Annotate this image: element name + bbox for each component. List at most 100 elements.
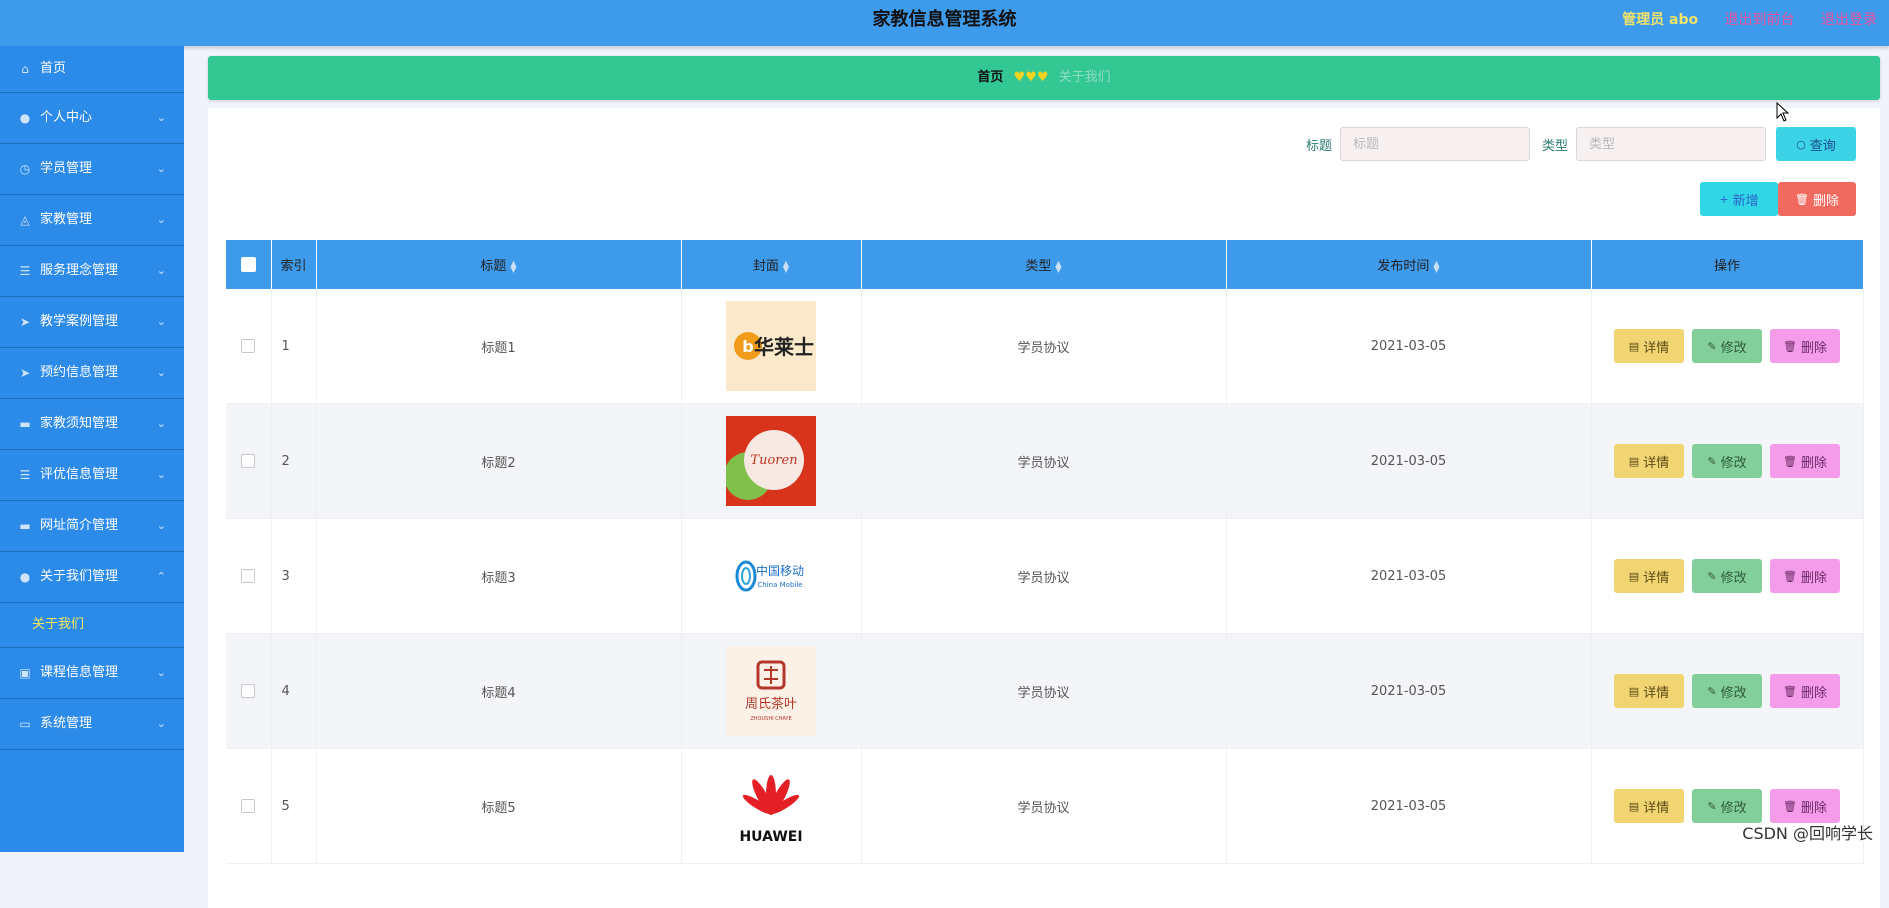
edit-button[interactable]: ✎ 修改 [1692,444,1762,478]
sort-icon[interactable]: ▲ ▼ [1055,259,1061,273]
document-icon: ▤ [1628,569,1640,583]
row-index: 5 [271,748,317,864]
column-header-title[interactable]: 标题 ▲ ▼ [316,240,682,289]
query-button[interactable]: ○ 查询 [1776,127,1856,161]
detail-button[interactable]: ▤ 详情 [1614,789,1684,823]
column-header-date[interactable]: 发布时间 ▲ ▼ [1226,240,1592,289]
sidebar-item-service-philosophy[interactable]: ☰ 服务理念管理 ⌄ [0,246,184,297]
header-user-area: 管理员 abo 退出到前台 退出登录 [1600,0,1877,40]
sidebar-item-tutor-notices[interactable]: ▬ 家教须知管理 ⌄ [0,399,184,450]
document-icon: ▤ [1628,454,1640,468]
breadcrumb-current: 关于我们 [1058,70,1111,85]
sort-icon[interactable]: ▲ ▼ [783,259,789,273]
table-header-row: 索引 标题 ▲ ▼ 封面 ▲ ▼ 类型 ▲ ▼ 发布时间 ▲ ▼ 操作 [226,240,1864,289]
data-table: 索引 标题 ▲ ▼ 封面 ▲ ▼ 类型 ▲ ▼ 发布时间 ▲ ▼ 操作 1 标题1 [226,240,1864,864]
title-label: 标题 [1305,138,1332,154]
batch-delete-button[interactable]: 🗑 删除 [1778,182,1856,216]
cover-text: Tuoren [750,453,797,468]
document-icon: ▤ [1628,684,1640,698]
cover-image-huawei: HUAWEI [726,761,816,851]
trash-icon: 🗑 [1783,339,1797,353]
search-bar: 标题 类型 ○ 查询 [1294,126,1856,162]
detail-button[interactable]: ▤ 详情 [1614,329,1684,363]
svg-text:China Mobile: China Mobile [757,581,802,589]
heart-separator-icon: ♥♥♥ [1013,70,1049,85]
detail-button[interactable]: ▤ 详情 [1614,674,1684,708]
sidebar-item-appointments[interactable]: ➤ 预约信息管理 ⌄ [0,348,184,399]
row-checkbox[interactable] [241,684,256,698]
sidebar-item-system[interactable]: ▭ 系统管理 ⌄ [0,699,184,750]
row-select-cell [226,748,272,864]
sidebar-item-teaching-cases[interactable]: ➤ 教学案例管理 ⌄ [0,297,184,348]
back-to-frontend-link[interactable]: 退出到前台 [1725,12,1795,28]
sidebar-item-evaluations[interactable]: ☰ 评优信息管理 ⌄ [0,450,184,501]
sidebar-item-home[interactable]: ⌂ 首页 [0,46,184,93]
chevron-up-icon: ⌃ [156,570,166,583]
sidebar-item-label: 课程信息管理 [40,665,119,680]
chevron-down-icon: ⌄ [156,519,166,532]
select-all-checkbox[interactable] [240,257,256,272]
edit-button[interactable]: ✎ 修改 [1692,789,1762,823]
edit-label: 修改 [1720,340,1747,356]
sort-icon[interactable]: ▲ ▼ [1433,259,1439,273]
row-cover: Tuoren [681,403,862,519]
detail-label: 详情 [1643,685,1670,701]
add-button[interactable]: + 新增 [1700,182,1778,216]
row-checkbox[interactable] [241,569,256,583]
edit-button[interactable]: ✎ 修改 [1692,329,1762,363]
sidebar-item-label: 教学案例管理 [40,314,119,329]
sidebar-item-site-intro[interactable]: ▬ 网址简介管理 ⌄ [0,501,184,552]
detail-button[interactable]: ▤ 详情 [1614,559,1684,593]
row-checkbox[interactable] [241,454,256,468]
edit-button[interactable]: ✎ 修改 [1692,559,1762,593]
row-cover: HUAWEI [681,748,862,864]
document-icon: ▤ [1628,339,1640,353]
row-title: 标题4 [316,633,682,749]
bell-off-icon: ◬ [20,213,30,227]
delete-button[interactable]: 🗑 删除 [1770,559,1840,593]
row-checkbox[interactable] [241,799,256,813]
delete-label: 删除 [1800,570,1827,586]
sidebar-item-courses[interactable]: ▣ 课程信息管理 ⌄ [0,648,184,699]
row-date: 2021-03-05 [1226,403,1592,519]
column-header-type[interactable]: 类型 ▲ ▼ [861,240,1227,289]
type-search-input[interactable] [1576,127,1766,161]
delete-label: 删除 [1800,800,1827,816]
breadcrumb-home[interactable]: 首页 [977,70,1003,85]
detail-button[interactable]: ▤ 详情 [1614,444,1684,478]
cover-image-zhoushi-tea: 周氏茶叶 ZHOUSHI CHAYE [726,646,816,736]
sidebar-subitem-about-us[interactable]: 关于我们 [0,603,184,648]
row-date: 2021-03-05 [1226,748,1592,864]
column-title-label: 标题 [480,259,507,274]
table-row: 2 标题2 Tuoren 学员协议 2021-03-05 ▤ 详情 ✎ 修改 🗑… [226,403,1864,519]
search-icon: ○ [1796,137,1806,151]
sidebar-item-label: 学员管理 [40,161,93,176]
row-checkbox[interactable] [241,339,256,353]
column-date-label: 发布时间 [1377,259,1430,274]
sidebar-item-label: 网址简介管理 [40,518,119,533]
sort-icon[interactable]: ▲ ▼ [510,259,516,273]
pencil-icon: ✎ [1707,569,1717,583]
logout-link[interactable]: 退出登录 [1821,12,1877,28]
sidebar-item-tutors[interactable]: ◬ 家教管理 ⌄ [0,195,184,246]
row-type: 学员协议 [861,403,1227,519]
trash-icon: 🗑 [1783,684,1797,698]
delete-button[interactable]: 🗑 删除 [1770,674,1840,708]
mouse-cursor-icon [1776,102,1790,122]
title-search-input[interactable] [1339,127,1530,161]
admin-name: 管理员 abo [1622,12,1699,28]
sidebar-item-students[interactable]: ◷ 学员管理 ⌄ [0,144,184,195]
top-header: 家教信息管理系统 管理员 abo 退出到前台 退出登录 [0,0,1889,46]
sidebar-item-about-us[interactable]: ● 关于我们管理 ⌃ [0,552,184,603]
cover-image-china-mobile: 中国移动 China Mobile [726,531,816,621]
send-icon: ➤ [19,366,31,380]
delete-button[interactable]: 🗑 删除 [1770,329,1840,363]
row-cover: 周氏茶叶 ZHOUSHI CHAYE [681,633,862,749]
edit-button[interactable]: ✎ 修改 [1692,674,1762,708]
delete-button[interactable]: 🗑 删除 [1770,789,1840,823]
column-header-cover[interactable]: 封面 ▲ ▼ [681,240,862,289]
sidebar-item-personal-center[interactable]: ● 个人中心 ⌄ [0,93,184,144]
delete-button[interactable]: 🗑 删除 [1770,444,1840,478]
monitor-icon: ▬ [19,417,31,431]
edit-label: 修改 [1720,570,1747,586]
